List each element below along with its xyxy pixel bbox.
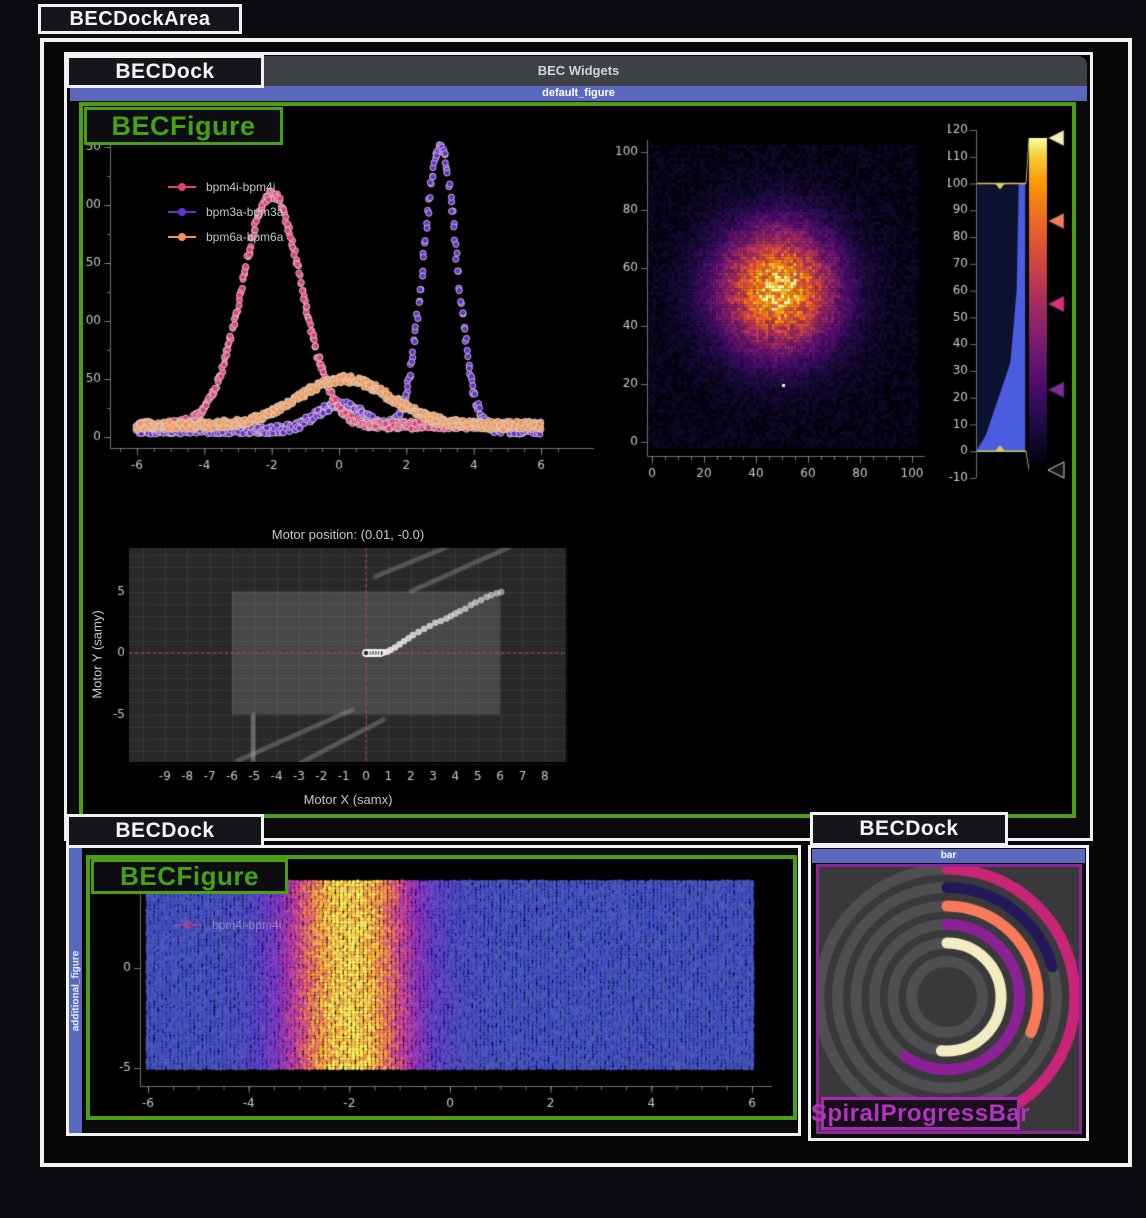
figure-annotation-top: BECFigure (84, 107, 283, 145)
legend-marker-icon (168, 236, 196, 238)
motor-x-axis-label: Motor X (samx) (248, 792, 448, 807)
dock-annotation-top: BECDock (66, 55, 264, 88)
legend-item[interactable]: bpm3a-bpm3a (168, 203, 283, 221)
legend-marker-icon (174, 924, 202, 926)
dock-tab-bar[interactable]: bar (812, 849, 1085, 863)
motor-map-canvas[interactable] (96, 543, 588, 789)
legend-item[interactable]: bpm4i-bpm4i (174, 916, 281, 934)
legend-item-label: bpm3a-bpm3a (206, 205, 283, 219)
spiral-progress-canvas[interactable] (819, 867, 1079, 1131)
legend-item-label: bpm4i-bpm4i (206, 180, 275, 194)
histogram-lut-canvas[interactable] (948, 114, 1076, 492)
legend-marker-icon (168, 211, 196, 213)
legend-item[interactable]: bpm4i-bpm4i (168, 178, 283, 196)
dock-annotation-bottom-left: BECDock (66, 814, 264, 848)
spiral-annotation: SpiralProgressBar (821, 1097, 1020, 1130)
legend-marker-icon (168, 186, 196, 188)
waveform-plot-canvas[interactable] (84, 116, 604, 490)
dock-annotation-bottom-right: BECDock (810, 812, 1008, 846)
legend-item[interactable]: bpm6a-bpm6a (168, 228, 283, 246)
figure-annotation-bottom: BECFigure (91, 859, 288, 894)
legend-item-label: bpm6a-bpm6a (206, 230, 283, 244)
dock-tab-additional-figure[interactable]: additional_figure (69, 848, 82, 1133)
heatmap-plot-canvas[interactable] (610, 116, 962, 490)
legend-item-label: bpm4i-bpm4i (212, 918, 281, 932)
bec-dock-area: BECDockArea BEC Widgets default_figure B… (0, 0, 1146, 1218)
dock-area-annotation: BECDockArea (38, 4, 242, 34)
waveform-legend[interactable]: bpm4i-bpm4i bpm3a-bpm3a bpm6a-bpm6a (168, 178, 283, 246)
waterfall-legend[interactable]: bpm4i-bpm4i (174, 916, 281, 934)
dock-tab-default-figure[interactable]: default_figure (70, 86, 1087, 101)
motor-map-title: Motor position: (0.01, -0.0) (216, 527, 480, 542)
waterfall-plot-canvas[interactable] (92, 866, 792, 1116)
motor-y-axis-label: Motor Y (samy) (90, 585, 105, 725)
dock-tab-additional-figure-label: additional_figure (70, 950, 81, 1031)
